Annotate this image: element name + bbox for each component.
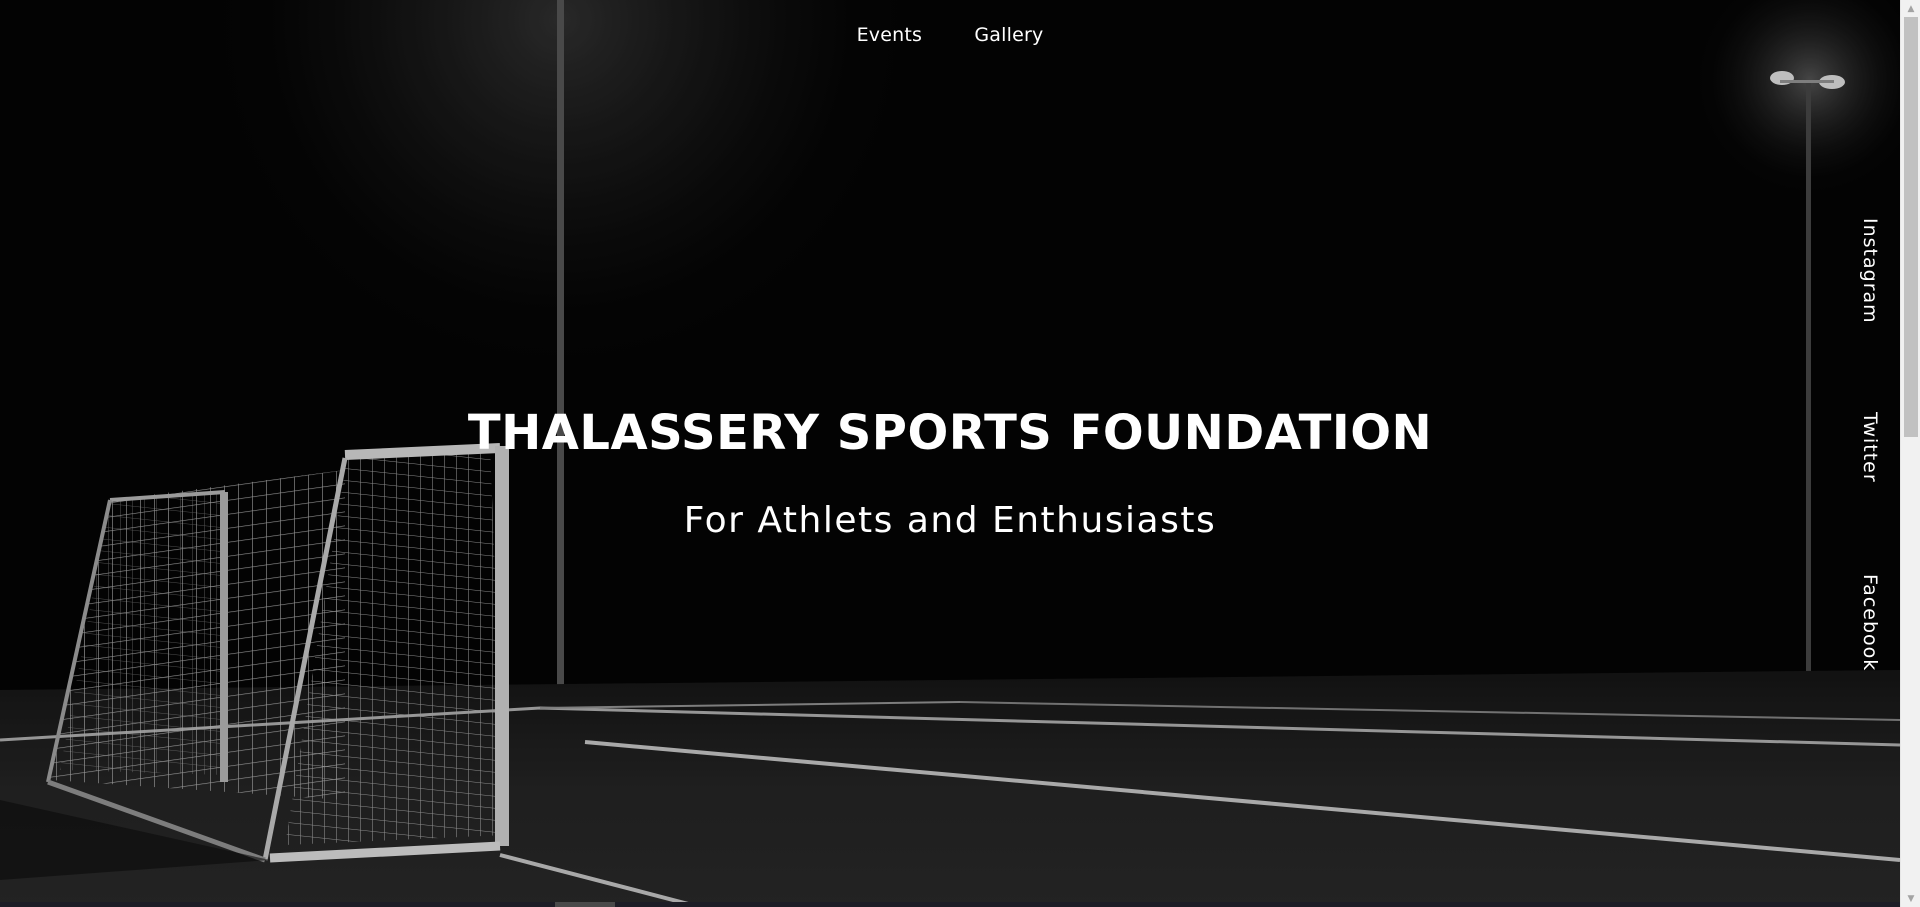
horizontal-scroll-thumb[interactable]	[555, 902, 615, 907]
top-navigation: Events Gallery	[0, 24, 1900, 46]
scroll-down-arrow-icon[interactable]: ▼	[1901, 890, 1920, 907]
nav-link-events[interactable]: Events	[857, 24, 923, 46]
page: Events Gallery THALASSERY SPORTS FOUNDAT…	[0, 0, 1900, 907]
social-link-twitter[interactable]: Twitter	[1840, 412, 1900, 483]
scroll-up-arrow-icon[interactable]: ▲	[1901, 0, 1920, 17]
hero-title: THALASSERY SPORTS FOUNDATION	[0, 405, 1900, 461]
hero-title-text: THALASSERY SPORTS FOUNDATION	[467, 405, 1433, 461]
horizontal-scroll-track	[0, 902, 1900, 907]
vertical-scrollbar[interactable]: ▲ ▼	[1900, 0, 1920, 907]
nav-link-gallery[interactable]: Gallery	[974, 24, 1043, 46]
scrollbar-thumb[interactable]	[1904, 17, 1918, 437]
social-link-facebook[interactable]: Facebook	[1840, 574, 1900, 671]
social-link-instagram[interactable]: Instagram	[1840, 218, 1900, 324]
hero-subtitle: For Athlets and Enthusiasts	[683, 500, 1217, 541]
